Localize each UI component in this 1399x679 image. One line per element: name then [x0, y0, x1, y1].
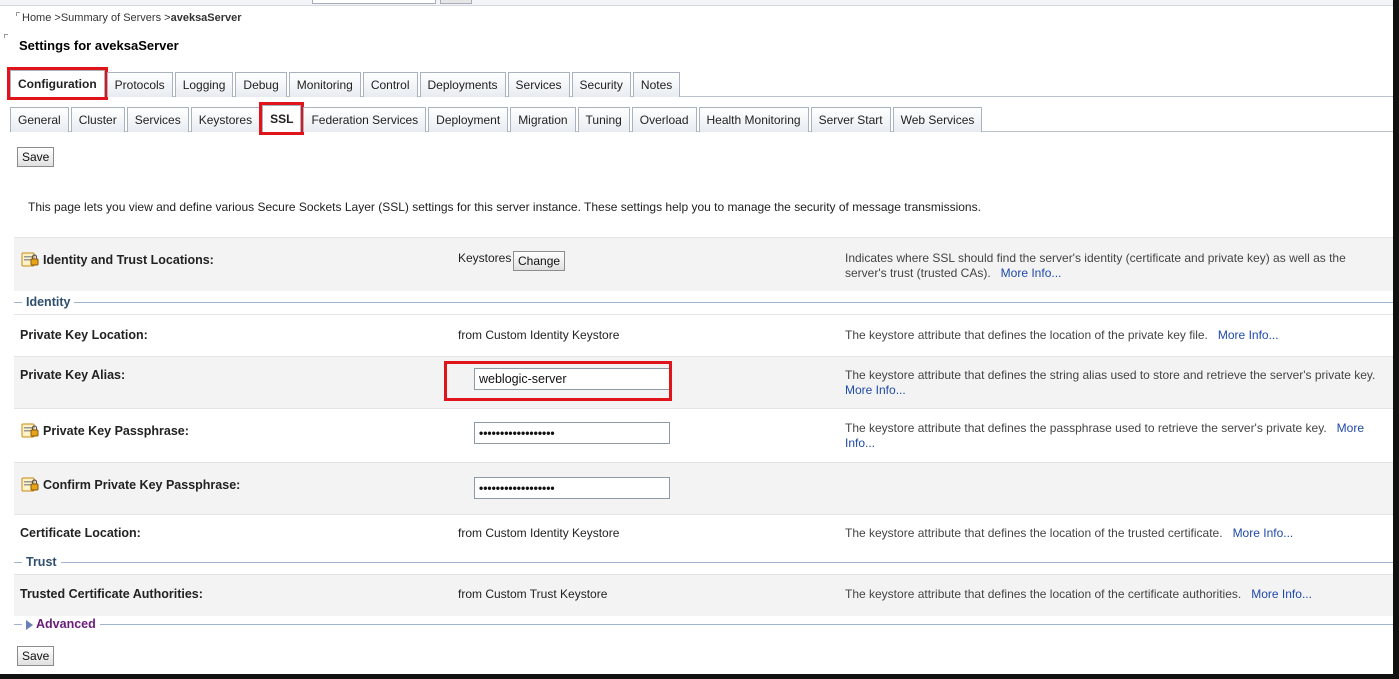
identity-section-header: Identity [14, 295, 1393, 309]
pk-pass-help-text: The keystore attribute that defines the … [845, 421, 1327, 435]
subtab-keystores[interactable]: Keystores [190, 107, 261, 132]
bottom-border [0, 674, 1399, 679]
more-info-link[interactable]: More Info... [1218, 328, 1279, 342]
section-line [14, 624, 1393, 625]
pk-alias-row: Private Key Alias: The keystore attribut… [14, 356, 1393, 408]
tab-debug[interactable]: Debug [235, 72, 287, 97]
breadcrumb: Home >Summary of Servers >aveksaServer [22, 12, 242, 24]
trusted-ca-label: Trusted Certificate Authorities: [20, 587, 203, 601]
trusted-ca-help-text: The keystore attribute that defines the … [845, 587, 1242, 601]
subtab-services[interactable]: Services [126, 107, 189, 132]
pk-pass-input[interactable] [474, 422, 670, 444]
pk-pass-label: Private Key Passphrase: [43, 423, 189, 438]
tab-notes[interactable]: Notes [632, 72, 681, 97]
more-info-link[interactable]: More Info... [1233, 526, 1294, 540]
subtab-deployment[interactable]: Deployment [428, 107, 509, 132]
pk-pass-row: Private Key Passphrase: The keystore att… [14, 408, 1393, 462]
identity-section-title: Identity [22, 295, 75, 309]
page-description: This page lets you view and define vario… [28, 200, 981, 214]
lock-edit-icon [20, 250, 40, 271]
tab-logging[interactable]: Logging [174, 72, 234, 97]
expand-triangle-icon[interactable] [26, 619, 33, 630]
trusted-ca-value: from Custom Trust Keystore [458, 587, 608, 601]
identity-trust-label-wrap: Identity and Trust Locations: [20, 250, 214, 271]
pk-location-label: Private Key Location: [20, 328, 148, 342]
pk-alias-label: Private Key Alias: [20, 368, 126, 382]
tab-deployments[interactable]: Deployments [419, 72, 506, 97]
tabs-level1: Configuration Protocols Logging Debug Mo… [7, 67, 682, 100]
tab-monitoring[interactable]: Monitoring [288, 72, 361, 97]
subtab-federation-services[interactable]: Federation Services [303, 107, 427, 132]
more-info-link[interactable]: More Info... [1001, 266, 1062, 280]
pk-location-help-text: The keystore attribute that defines the … [845, 328, 1208, 342]
pk-location-help: The keystore attribute that defines the … [845, 328, 1385, 343]
pk-location-value: from Custom Identity Keystore [458, 328, 620, 342]
subtab-overload[interactable]: Overload [631, 107, 697, 132]
tab-control[interactable]: Control [362, 72, 418, 97]
breadcrumb-home-link[interactable]: Home [22, 12, 51, 24]
change-button[interactable]: Change [513, 251, 566, 271]
cert-location-label: Certificate Location: [20, 526, 141, 540]
more-info-link[interactable]: More Info... [845, 383, 906, 397]
tabs-level2: General Cluster Services Keystores SSL F… [10, 102, 984, 135]
top-bar [0, 0, 1393, 6]
pk-alias-help: The keystore attribute that defines the … [845, 368, 1385, 398]
corner-mark [16, 12, 20, 16]
advanced-section-header[interactable]: Advanced [14, 617, 1393, 631]
cert-location-help: The keystore attribute that defines the … [845, 526, 1385, 541]
identity-trust-value: Keystores [458, 251, 512, 265]
subtab-server-start[interactable]: Server Start [810, 107, 891, 132]
pk-confirm-label: Confirm Private Key Passphrase: [43, 477, 241, 492]
advanced-section-toggle[interactable]: Advanced [22, 617, 100, 631]
right-border [1393, 0, 1399, 679]
tab-security[interactable]: Security [571, 72, 631, 97]
trust-section-header: Trust [14, 555, 1393, 569]
pk-pass-label-wrap: Private Key Passphrase: [20, 421, 189, 442]
pk-confirm-input[interactable] [474, 477, 670, 499]
identity-trust-help: Indicates where SSL should find the serv… [845, 251, 1385, 281]
section-line [14, 302, 1393, 303]
breadcrumb-current: aveksaServer [170, 12, 242, 24]
trust-section-title: Trust [22, 555, 61, 569]
tab-protocols[interactable]: Protocols [106, 72, 173, 97]
top-search-stub [312, 0, 436, 4]
pk-location-row: Private Key Location: from Custom Identi… [14, 314, 1393, 356]
corner-mark [4, 34, 8, 38]
trusted-ca-row: Trusted Certificate Authorities: from Cu… [14, 574, 1393, 616]
breadcrumb-summary-link[interactable]: Summary of Servers [61, 12, 161, 24]
subtab-general[interactable]: General [10, 107, 69, 132]
page-frame: Home >Summary of Servers >aveksaServer S… [0, 0, 1399, 679]
save-button-bottom[interactable]: Save [17, 646, 55, 666]
advanced-section-title: Advanced [36, 617, 96, 631]
pk-alias-input[interactable] [474, 368, 670, 390]
section-line [14, 562, 1393, 563]
save-button-top[interactable]: Save [17, 147, 55, 167]
cert-location-help-text: The keystore attribute that defines the … [845, 526, 1223, 540]
cert-location-row: Certificate Location: from Custom Identi… [14, 514, 1393, 556]
subtab-web-services[interactable]: Web Services [892, 107, 983, 132]
subtab-cluster[interactable]: Cluster [70, 107, 125, 132]
pk-confirm-label-wrap: Confirm Private Key Passphrase: [20, 475, 240, 496]
tab-configuration[interactable]: Configuration [7, 67, 108, 100]
lock-edit-icon [20, 475, 40, 496]
page-title: Settings for aveksaServer [19, 38, 179, 53]
cert-location-value: from Custom Identity Keystore [458, 526, 620, 540]
trusted-ca-help: The keystore attribute that defines the … [845, 587, 1385, 602]
identity-trust-row: Identity and Trust Locations: Keystores … [14, 237, 1393, 291]
subtab-tuning[interactable]: Tuning [577, 107, 630, 132]
lock-edit-icon [20, 421, 40, 442]
subtab-ssl[interactable]: SSL [259, 102, 305, 135]
pk-pass-help: The keystore attribute that defines the … [845, 421, 1385, 451]
identity-trust-label: Identity and Trust Locations: [43, 252, 214, 267]
identity-trust-help-text: Indicates where SSL should find the serv… [845, 251, 1346, 280]
subtab-migration[interactable]: Migration [510, 107, 576, 132]
more-info-link[interactable]: More Info... [1251, 587, 1312, 601]
pk-alias-help-text: The keystore attribute that defines the … [845, 368, 1376, 382]
tab-services[interactable]: Services [507, 72, 570, 97]
subtab-health-monitoring[interactable]: Health Monitoring [698, 107, 809, 132]
pk-confirm-row: Confirm Private Key Passphrase: [14, 462, 1393, 514]
top-button-stub [440, 0, 472, 4]
